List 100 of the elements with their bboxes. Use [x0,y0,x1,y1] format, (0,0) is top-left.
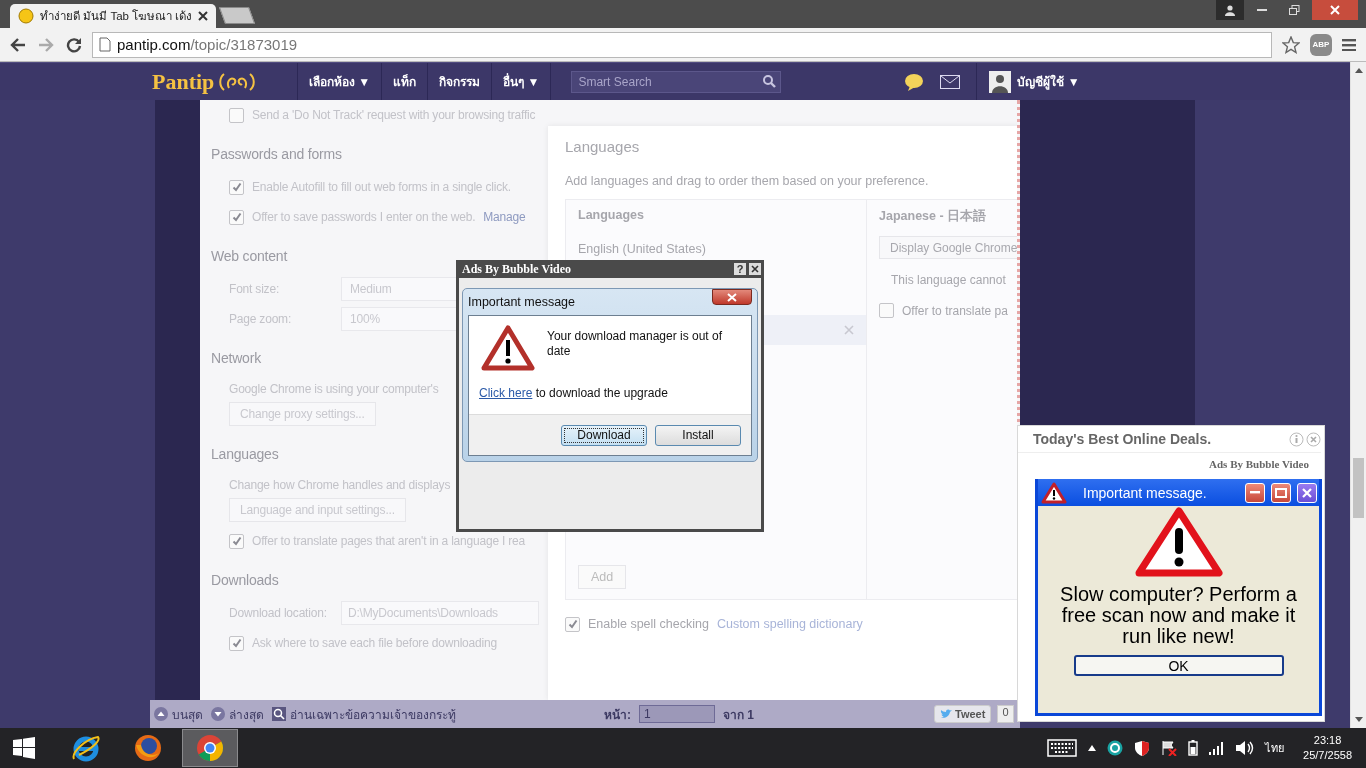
section-heading: Web content [211,248,289,266]
clock-time: 23:18 [1312,733,1343,748]
speaker-icon[interactable] [1236,741,1255,755]
page-label: หน้า: [604,706,631,724]
check-icon [231,212,242,222]
ok-button[interactable]: OK [1073,655,1284,676]
down-arrow-icon [1354,717,1363,722]
checkbox-label: Enable spell checking [588,617,709,631]
section-heading: Network [211,350,262,368]
checkbox[interactable] [229,533,244,549]
star-icon [1282,35,1300,54]
list-heading: Languages [577,208,645,224]
top-link[interactable]: บนสุด [172,704,203,724]
person-icon [1225,4,1235,16]
bookmark-button[interactable] [1280,33,1302,56]
dialog-title: Ads By Bubble Video [462,261,573,277]
account-menu[interactable]: บัญชีผู้ใช้ ▼ [1017,72,1080,91]
checkbox-label: Offer to translate pa [902,303,1008,318]
browser-icon [133,733,163,763]
url-text: pantip.com/topic/31873019 [117,36,298,53]
user-button[interactable] [1216,0,1244,20]
circle-icon [18,8,34,24]
maximize-icon [1275,487,1287,498]
page-total: จาก 1 [723,706,754,724]
warning-icon [1134,506,1223,578]
forward-icon [38,37,54,52]
page-select[interactable]: 1 [639,705,715,723]
section-heading: Languages [211,446,280,464]
tweet-count: 0 [997,705,1014,723]
close-icon [727,292,737,302]
check-icon [231,182,242,192]
check-icon [231,638,242,648]
bird-icon [940,709,952,719]
flag-icon[interactable] [1161,740,1178,756]
ad-source-text: Ads By Bubble Video [1208,457,1310,472]
section-heading: Passwords and forms [211,146,343,164]
checkbox[interactable] [229,635,244,651]
scroll-thumb[interactable] [1353,458,1364,518]
minimize-button[interactable] [1245,482,1265,503]
avatar-icon[interactable] [989,70,1012,93]
browser-tab[interactable]: ทำง่ายดี มันมี Tab โฆษณา เด้ง [10,4,217,28]
menu-icon [1342,38,1356,51]
signal-icon[interactable] [1209,741,1226,755]
close-button[interactable] [749,263,761,275]
page-icon [99,37,111,52]
taskbar-button[interactable] [182,729,238,767]
dialog-title: Languages [565,138,641,156]
dialog-button[interactable]: Install [655,424,741,446]
checkbox[interactable] [229,107,244,123]
back-icon [10,37,26,52]
ad-heading: Today's Best Online Deals. [1033,431,1213,447]
note-text: This language cannot [891,273,1007,289]
address-bar[interactable]: pantip.com/topic/31873019 [92,31,1272,58]
adblock-button[interactable]: ABP [1310,33,1332,56]
close-button[interactable] [712,289,752,305]
close-icon [1302,487,1312,498]
browser-icon [71,733,101,763]
checkbox[interactable] [565,616,580,632]
search-field[interactable]: Smart Search [571,70,782,93]
maximize-button[interactable] [1271,482,1291,503]
close-icon [751,265,759,273]
site-logo: Pantip [152,68,215,95]
check-icon [567,619,578,629]
logo-mark-icon [218,71,257,92]
bottom-link[interactable]: ล่างสุด [229,704,264,724]
manage-link[interactable]: Manage [483,210,526,224]
close-icon[interactable] [198,11,209,21]
download-link[interactable]: Click here [479,386,533,400]
tweet-button[interactable]: Tweet [934,705,992,723]
chat-bubble-icon[interactable] [904,72,925,91]
checkbox[interactable] [229,179,244,195]
keyboard-icon[interactable] [1047,739,1078,757]
caret-icon[interactable] [1088,745,1097,751]
back-button[interactable] [8,35,28,54]
language-indicator[interactable]: ไทย [1265,739,1285,757]
up-arrow-icon [1354,68,1363,73]
minimize-icon [1257,9,1267,11]
clock-date: 25/7/2558 [1303,748,1352,763]
message-text: Your download manager is out of date [547,328,723,360]
message-text: Slow computer? Perform a free scan now and make it run like new! [1059,584,1298,647]
restore-icon [1288,5,1300,15]
battery-icon[interactable] [1188,740,1199,756]
windows-logo-icon [13,737,35,759]
window-title: Important message. [1082,484,1208,501]
shield-icon[interactable] [1134,740,1151,756]
menu-button[interactable] [1340,36,1358,53]
new-tab-button[interactable] [219,7,256,24]
reload-icon [66,36,82,53]
message-text: Click here to download the upgrade [478,385,669,402]
owner-posts-link[interactable]: อ่านเฉพาะข้อความเจ้าของกระทู้ [290,704,456,724]
mail-icon[interactable] [940,74,961,89]
dialog-button[interactable]: Download [561,424,647,446]
warning-icon [481,324,535,372]
browser-icon [195,733,225,763]
minimize-icon [1250,491,1260,494]
section-heading: Downloads [211,572,280,590]
checkbox[interactable] [879,303,894,318]
help-button[interactable]: ? [734,263,746,275]
checkbox[interactable] [229,209,244,225]
close-icon [1330,5,1340,15]
